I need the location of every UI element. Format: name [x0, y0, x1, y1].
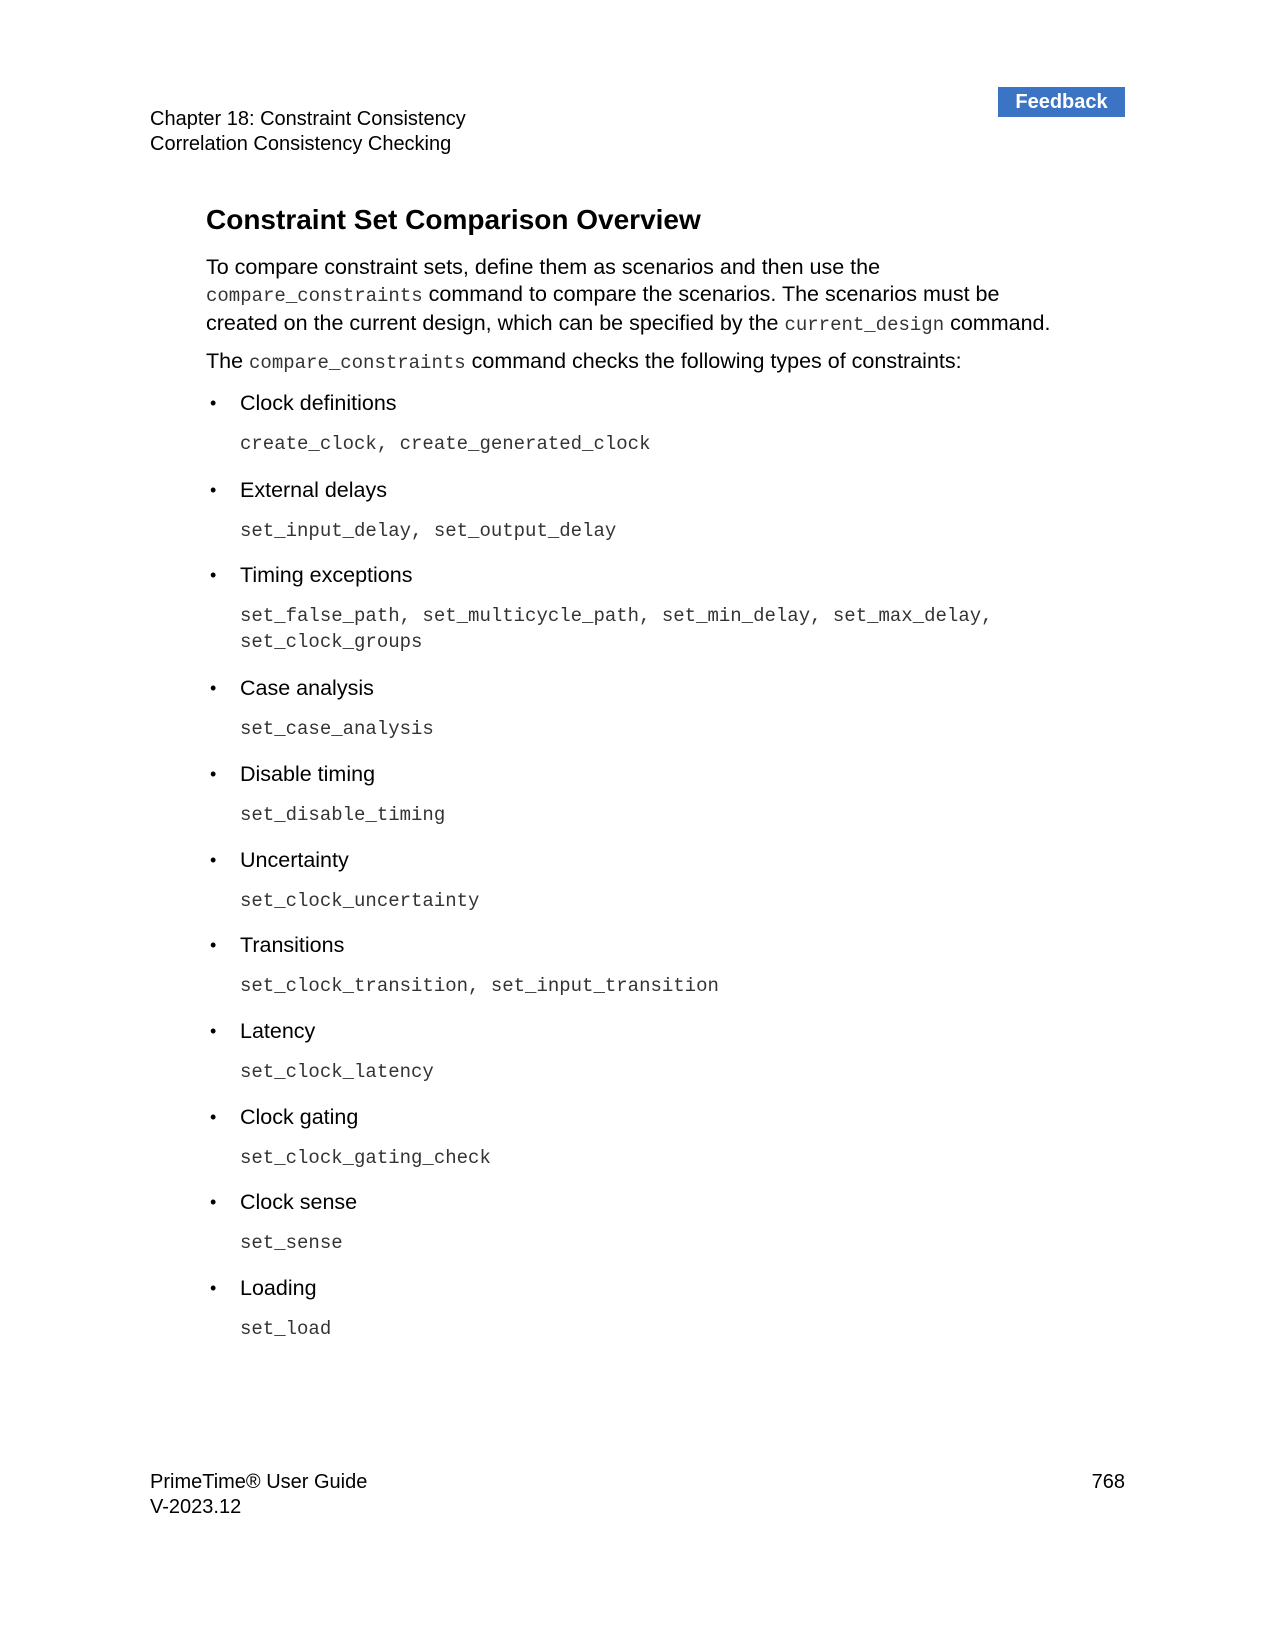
- bullet-icon: •: [210, 1107, 217, 1127]
- intro-paragraph-2: The compare_constraints command checks t…: [206, 348, 962, 377]
- feedback-button[interactable]: Feedback: [998, 87, 1125, 117]
- command-list: set_clock_gating_check: [240, 1145, 491, 1171]
- command-line: set_sense: [240, 1232, 343, 1254]
- intro-text: command checks the following types of co…: [465, 349, 962, 373]
- intro-paragraph-1: To compare constraint sets, define them …: [206, 254, 1050, 339]
- section-title: Correlation Consistency Checking: [150, 133, 452, 155]
- command-line: set_case_analysis: [240, 718, 434, 740]
- intro-text: command.: [944, 311, 1051, 335]
- list-item: • Loading set_load: [206, 1275, 1126, 1340]
- command-list: create_clock, create_generated_clock: [240, 431, 650, 457]
- command-list: set_false_path, set_multicycle_path, set…: [240, 603, 993, 655]
- list-item-label: Latency: [240, 1019, 316, 1043]
- bullet-icon: •: [210, 565, 217, 585]
- intro-text: command to compare the scenarios. The sc…: [422, 282, 1000, 306]
- list-item: • Latency set_clock_latency: [206, 1018, 1126, 1083]
- list-item: • Uncertainty set_clock_uncertainty: [206, 847, 1126, 912]
- product-name: PrimeTime® User Guide: [150, 1471, 368, 1493]
- list-item-label: Timing exceptions: [240, 563, 413, 587]
- running-header: Chapter 18: Constraint Consistency Corre…: [150, 107, 466, 157]
- command-list: set_clock_transition, set_input_transiti…: [240, 973, 719, 999]
- bullet-icon: •: [210, 1021, 217, 1041]
- page-title: Constraint Set Comparison Overview: [206, 204, 701, 235]
- list-item: • Clock sense set_sense: [206, 1189, 1126, 1254]
- bullet-icon: •: [210, 678, 217, 698]
- command-list: set_load: [240, 1316, 331, 1342]
- command-line: create_clock, create_generated_clock: [240, 433, 651, 455]
- intro-text: created on the current design, which can…: [206, 311, 785, 335]
- list-item-label: Transitions: [240, 933, 345, 957]
- command-list: set_disable_timing: [240, 802, 445, 828]
- bullet-icon: •: [210, 1278, 217, 1298]
- list-item: • Clock definitions create_clock, create_g…: [206, 390, 1126, 455]
- command-list: set_case_analysis: [240, 716, 434, 742]
- command-list: set_clock_uncertainty: [240, 888, 479, 914]
- inline-code: compare_constraints: [206, 285, 423, 307]
- intro-text: To compare constraint sets, define them …: [206, 255, 881, 279]
- command-list: set_sense: [240, 1230, 343, 1256]
- command-list: set_input_delay, set_output_delay: [240, 518, 616, 544]
- command-line: set_disable_timing: [240, 804, 446, 826]
- command-list: set_clock_latency: [240, 1059, 434, 1085]
- list-item-label: Case analysis: [240, 676, 374, 700]
- command-line: set_clock_transition, set_input_transiti…: [240, 975, 719, 997]
- list-item: • Case analysis set_case_analysis: [206, 675, 1126, 740]
- bullet-icon: •: [210, 850, 217, 870]
- inline-code: compare_constraints: [249, 352, 466, 374]
- inline-code: current_design: [784, 314, 945, 336]
- footer: PrimeTime® User Guide V-2023.12: [150, 1470, 367, 1520]
- chapter-title: Chapter 18: Constraint Consistency: [150, 108, 466, 130]
- page-number: 768: [1091, 1471, 1125, 1493]
- bullet-icon: •: [210, 764, 217, 784]
- command-line: set_load: [240, 1318, 332, 1340]
- list-item: • Disable timing set_disable_timing: [206, 761, 1126, 826]
- list-item-label: Clock gating: [240, 1105, 359, 1129]
- command-line: set_input_delay, set_output_delay: [240, 520, 617, 542]
- intro-text: The: [206, 349, 250, 373]
- list-item: • Clock gating set_clock_gating_check: [206, 1104, 1126, 1169]
- bullet-icon: •: [210, 480, 217, 500]
- command-line: set_clock_latency: [240, 1061, 434, 1083]
- bullet-icon: •: [210, 393, 217, 413]
- list-item: • Transitions set_clock_transition, set_in…: [206, 932, 1126, 997]
- bullet-icon: •: [210, 1192, 217, 1212]
- command-line: set_clock_uncertainty: [240, 890, 480, 912]
- list-item-label: Clock definitions: [240, 391, 397, 415]
- list-item-label: Clock sense: [240, 1190, 358, 1214]
- list-item-label: Disable timing: [240, 762, 376, 786]
- list-item: • External delays set_input_delay, set_out…: [206, 477, 1126, 542]
- version: V-2023.12: [150, 1496, 242, 1518]
- command-line: set_clock_gating_check: [240, 1147, 491, 1169]
- bullet-icon: •: [210, 935, 217, 955]
- list-item-label: Uncertainty: [240, 848, 349, 872]
- command-line: set_false_path, set_multicycle_path, set…: [240, 605, 993, 627]
- list-item: • Timing exceptions set_false_path, set_mu…: [206, 562, 1126, 653]
- list-item-label: Loading: [240, 1276, 317, 1300]
- command-line: set_clock_groups: [240, 631, 423, 653]
- list-item-label: External delays: [240, 478, 387, 502]
